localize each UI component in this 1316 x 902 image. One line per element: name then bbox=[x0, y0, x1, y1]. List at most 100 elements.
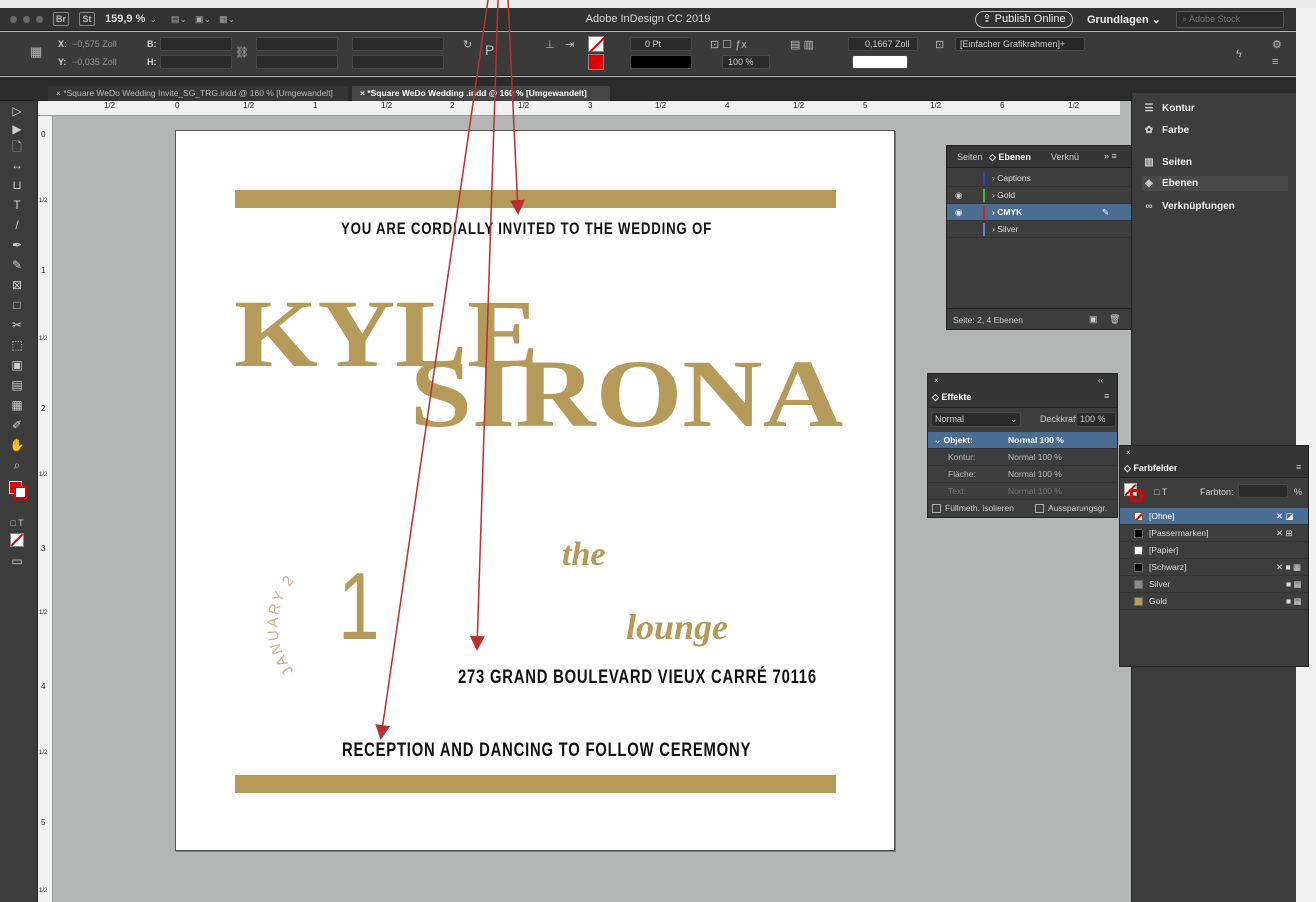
distribute-icon[interactable]: ⇥ bbox=[565, 38, 574, 51]
effects-row-fill[interactable]: Fläche: Normal 100 % bbox=[928, 466, 1117, 483]
object-style-dropdown[interactable]: [Einfacher Grafikrahmen]+ bbox=[955, 37, 1085, 51]
lightning-icon[interactable]: ϟ bbox=[1236, 48, 1242, 60]
tab-ebenen[interactable]: ◇ Ebenen bbox=[989, 152, 1031, 163]
eye-icon[interactable]: ◉ bbox=[955, 187, 962, 204]
note-tool-icon[interactable]: ▦ bbox=[6, 397, 28, 414]
tab-document-2[interactable]: × *Square WeDo Wedding .indd @ 160 % [Um… bbox=[352, 86, 610, 101]
pencil-tool-icon[interactable]: ✎ bbox=[6, 257, 28, 274]
frame-icon[interactable]: ⊡ ☐ ƒx bbox=[710, 38, 747, 51]
layer-row-cmyk[interactable]: ◉ › CMYK ✎ bbox=[947, 204, 1138, 221]
tint-field[interactable] bbox=[1238, 484, 1288, 498]
venue-the[interactable]: the bbox=[562, 536, 605, 574]
eyedropper-tool-icon[interactable]: ✐ bbox=[6, 417, 28, 434]
invitation-line[interactable]: YOU ARE CORDIALLY INVITED TO THE WEDDING… bbox=[341, 219, 712, 239]
day-number[interactable]: 1 bbox=[338, 559, 380, 655]
layer-row-silver[interactable]: › Silver bbox=[947, 221, 1138, 238]
pen-tool-icon[interactable]: ✒ bbox=[6, 237, 28, 254]
view-options-icon[interactable]: ▤⌄ bbox=[171, 14, 187, 25]
screen-mode-icon[interactable]: ▭ bbox=[6, 553, 28, 570]
paragraph-p-icon[interactable]: P bbox=[485, 42, 494, 58]
effects-row-text[interactable]: Text: Normal 100 % bbox=[928, 483, 1117, 500]
selection-tool-icon[interactable]: ▷ bbox=[6, 103, 28, 120]
layer-row-captions[interactable]: › Captions bbox=[947, 170, 1138, 187]
direct-selection-tool-icon[interactable]: ▶ bbox=[6, 121, 28, 138]
constrain-proportions-icon[interactable]: ⛓ bbox=[235, 46, 249, 59]
stroke-weight-field[interactable]: 0 Pt bbox=[630, 37, 692, 51]
scissors-tool-icon[interactable]: ✂ bbox=[6, 317, 28, 334]
gradient-feather-tool-icon[interactable]: ▤ bbox=[6, 377, 28, 394]
rectangle-frame-tool-icon[interactable]: ⊠ bbox=[6, 277, 28, 294]
fill-stroke-swatch[interactable] bbox=[6, 481, 28, 499]
height-field[interactable] bbox=[160, 55, 232, 69]
reception-line[interactable]: RECEPTION AND DANCING TO FOLLOW CEREMONY bbox=[342, 740, 751, 762]
dock-item-kontur[interactable]: ☰ Kontur bbox=[1142, 103, 1195, 114]
workspace-switcher[interactable]: Grundlagen ⌄ bbox=[1087, 13, 1161, 26]
zoom-tool-icon[interactable]: ⌕ bbox=[6, 457, 28, 474]
close-icon[interactable]: × bbox=[1126, 448, 1131, 457]
formatting-icon[interactable]: □ T bbox=[1154, 487, 1167, 497]
swatch-row-paper[interactable]: [Papier] bbox=[1120, 542, 1308, 559]
tab-verknuepfungen[interactable]: Verknü bbox=[1051, 152, 1079, 162]
panel-menu-icon[interactable]: ≡ bbox=[1296, 462, 1301, 472]
knockout-group-checkbox[interactable] bbox=[1035, 504, 1044, 513]
top-gold-bar[interactable] bbox=[235, 190, 836, 208]
gradient-tool-icon[interactable]: ▣ bbox=[6, 357, 28, 374]
window-controls[interactable] bbox=[10, 15, 43, 23]
name-sirona[interactable]: SIRONA bbox=[410, 346, 843, 442]
gap-tool-icon[interactable]: ↔ bbox=[6, 157, 28, 174]
line-tool-icon[interactable]: / bbox=[6, 217, 28, 234]
y-field[interactable]: −0,035 Zoll bbox=[72, 57, 117, 67]
scale-y-field[interactable] bbox=[256, 55, 338, 69]
opacity-field[interactable]: 100 % bbox=[1076, 412, 1116, 427]
menu-icon[interactable]: ≡ bbox=[1272, 56, 1278, 68]
swatch-row-black[interactable]: [Schwarz] ✕ ■ ▦ bbox=[1120, 559, 1308, 576]
publish-online-button[interactable]: ⇪ Publish Online bbox=[975, 11, 1073, 28]
close-icon[interactable]: × bbox=[934, 376, 939, 385]
trash-icon[interactable]: 🗑 bbox=[1109, 314, 1120, 325]
dock-item-farbe[interactable]: ✿ Farbe bbox=[1142, 125, 1189, 136]
effects-panel-tab[interactable]: ◇ Effekte bbox=[932, 392, 971, 403]
rotation-field[interactable] bbox=[352, 37, 444, 51]
address-line[interactable]: 273 GRAND BOULEVARD VIEUX CARRÉ 70116 bbox=[458, 667, 817, 689]
align-icon[interactable]: ⊥ bbox=[545, 38, 555, 51]
scale-x-field[interactable] bbox=[256, 37, 338, 51]
new-layer-icon[interactable]: ▣ bbox=[1089, 314, 1098, 325]
formatting-container-icon[interactable]: □ T bbox=[6, 515, 28, 532]
content-collector-icon[interactable]: ⊔ bbox=[6, 177, 28, 194]
swatch-row-none[interactable]: [Ohne] ✕ ◪ bbox=[1120, 508, 1308, 525]
zoom-level[interactable]: 159,9 % bbox=[105, 13, 145, 25]
x-field[interactable]: −0,575 Zoll bbox=[72, 39, 117, 49]
swatch-row-gold[interactable]: Gold ■ ▦ bbox=[1120, 593, 1308, 610]
bridge-icon[interactable]: Br bbox=[53, 12, 69, 26]
arrange-documents-icon[interactable]: ▦⌄ bbox=[219, 14, 235, 25]
eye-icon[interactable]: ◉ bbox=[955, 204, 962, 221]
bottom-gold-bar[interactable] bbox=[235, 775, 836, 793]
page-tool-icon[interactable]: 🗋 bbox=[6, 139, 28, 156]
layer-row-gold[interactable]: ◉ › Gold bbox=[947, 187, 1138, 204]
rectangle-tool-icon[interactable]: □ bbox=[6, 297, 28, 314]
tab-document-1[interactable]: × *Square WeDo Wedding Invite_SG_TRG.ind… bbox=[48, 86, 348, 101]
dock-item-ebenen[interactable]: ◈ Ebenen bbox=[1142, 176, 1288, 191]
swatch-row-silver[interactable]: Silver ■ ▦ bbox=[1120, 576, 1308, 593]
isolate-blending-checkbox[interactable] bbox=[932, 504, 941, 513]
dock-item-verknuepfungen[interactable]: ∞ Verknüpfungen bbox=[1142, 201, 1234, 212]
apply-none-icon[interactable] bbox=[6, 531, 28, 548]
panel-menu-icon[interactable]: ≡ bbox=[1104, 391, 1109, 401]
stroke-type-dropdown[interactable] bbox=[630, 55, 692, 69]
reference-point-icon[interactable]: ▦ bbox=[30, 44, 42, 60]
stock-search-input[interactable]: ⌕ Adobe Stock bbox=[1176, 11, 1284, 28]
hand-tool-icon[interactable]: ✋ bbox=[6, 437, 28, 454]
fill-color-dropdown[interactable] bbox=[852, 55, 908, 69]
document-page[interactable]: YOU ARE CORDIALLY INVITED TO THE WEDDING… bbox=[175, 130, 895, 851]
screen-mode-icon[interactable]: ▣⌄ bbox=[195, 14, 211, 25]
collapse-icon[interactable]: ‹‹ bbox=[1098, 376, 1103, 385]
blend-mode-dropdown[interactable]: Normal ⌄ bbox=[931, 412, 1021, 427]
stroke-swatch[interactable] bbox=[588, 54, 604, 70]
effects-row-object[interactable]: ⌄ Objekt: Normal 100 % bbox=[928, 432, 1117, 449]
chevron-down-icon[interactable]: ⌄ bbox=[149, 14, 157, 25]
offset-field[interactable]: 0,1667 Zoll bbox=[848, 37, 918, 51]
rotate-icon[interactable]: ↻ bbox=[463, 38, 472, 51]
effects-row-stroke[interactable]: Kontur: Normal 100 % bbox=[928, 449, 1117, 466]
dock-item-seiten[interactable]: ▥ Seiten bbox=[1142, 157, 1192, 168]
type-tool-icon[interactable]: T bbox=[6, 197, 28, 214]
